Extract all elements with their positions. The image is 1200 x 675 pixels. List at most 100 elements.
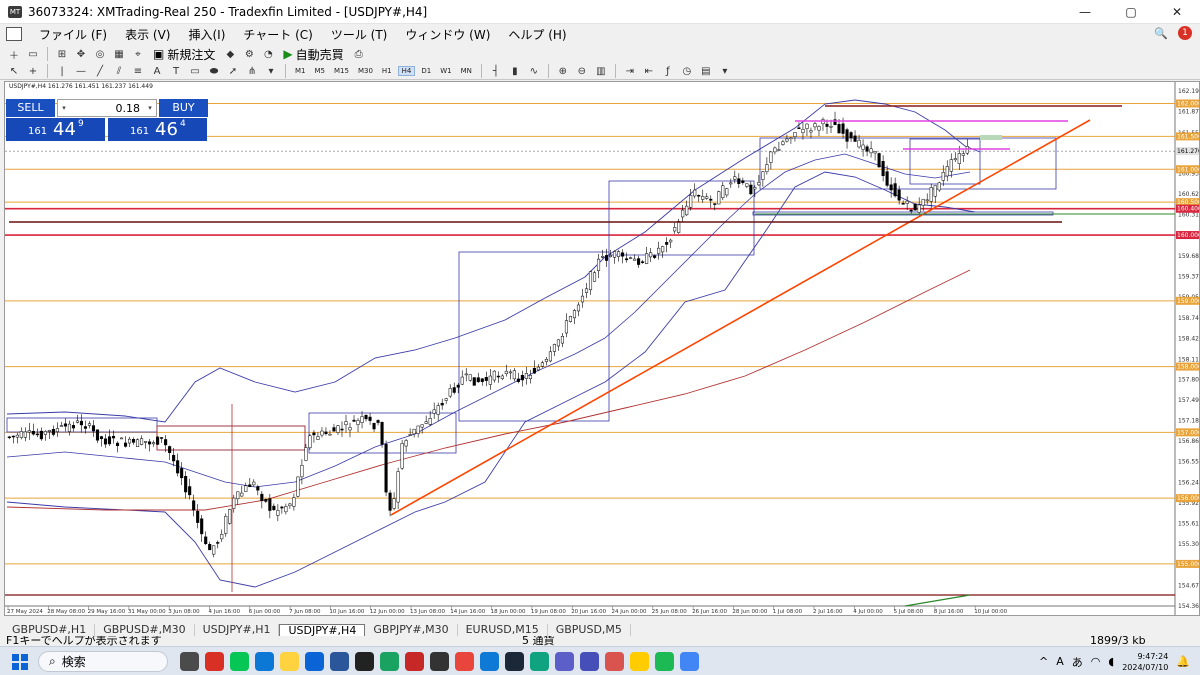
ime-hiragana[interactable]: あ bbox=[1072, 654, 1083, 670]
tab-gbpjpy-m30[interactable]: GBPJPY#,M30 bbox=[365, 624, 458, 636]
lot-size-input[interactable]: ▾ 0.18 ▾ bbox=[57, 99, 157, 117]
chart-window[interactable]: 162.190161.875161.555161.276160.935160.6… bbox=[4, 81, 1200, 616]
templates-icon[interactable]: ▤ bbox=[698, 64, 714, 79]
auto-trading-button[interactable]: ▶ 自動売買 bbox=[279, 46, 347, 63]
price-chart[interactable]: 162.190161.875161.555161.276160.935160.6… bbox=[5, 82, 1199, 615]
trendline-icon[interactable]: ╱ bbox=[92, 64, 108, 79]
new-chart-icon[interactable]: ＋ bbox=[6, 47, 22, 62]
bar-chart-icon[interactable]: ┤ bbox=[488, 64, 504, 79]
menu-file[interactable]: ファイル (F) bbox=[30, 26, 116, 43]
steam-icon[interactable] bbox=[505, 652, 524, 671]
arrow-icon[interactable]: ➚ bbox=[225, 64, 241, 79]
text-icon[interactable]: A bbox=[149, 64, 165, 79]
tab-gbpusd-m30[interactable]: GBPUSD#,M30 bbox=[95, 624, 195, 636]
skype-icon[interactable] bbox=[255, 652, 274, 671]
xm-icon[interactable] bbox=[355, 652, 374, 671]
spotify-icon[interactable] bbox=[655, 652, 674, 671]
chart-window-icon[interactable] bbox=[6, 27, 22, 41]
copilot-icon[interactable] bbox=[555, 652, 574, 671]
timeframe-m30[interactable]: M30 bbox=[355, 67, 376, 75]
channel-icon[interactable]: ⫽ bbox=[111, 64, 127, 79]
rectangle-icon[interactable]: ▭ bbox=[187, 64, 203, 79]
timeframe-w1[interactable]: W1 bbox=[437, 67, 454, 75]
candlestick-icon[interactable]: ▮ bbox=[507, 64, 523, 79]
teams-icon[interactable] bbox=[580, 652, 599, 671]
tile-windows-icon[interactable]: ▥ bbox=[593, 64, 609, 79]
notification-bell-icon[interactable]: 🔔 bbox=[1176, 655, 1190, 668]
line-icon[interactable] bbox=[230, 652, 249, 671]
menu-chart[interactable]: チャート (C) bbox=[234, 26, 321, 43]
ellipse-icon[interactable]: ⬬ bbox=[206, 64, 222, 79]
taskbar-search[interactable]: ⌕ 検索 bbox=[38, 651, 168, 672]
tab-gbpusd-m5[interactable]: GBPUSD,M5 bbox=[548, 624, 631, 636]
timeframe-m15[interactable]: M15 bbox=[331, 67, 352, 75]
menu-window[interactable]: ウィンドウ (W) bbox=[396, 26, 499, 43]
navigator-icon[interactable]: ◎ bbox=[92, 47, 108, 62]
notes2-icon[interactable] bbox=[630, 652, 649, 671]
menu-view[interactable]: 表示 (V) bbox=[116, 26, 179, 43]
menu-tools[interactable]: ツール (T) bbox=[322, 26, 397, 43]
chatgpt-icon[interactable] bbox=[530, 652, 549, 671]
buy-button[interactable]: BUY bbox=[159, 99, 208, 117]
mail-icon[interactable] bbox=[305, 652, 324, 671]
tab-gbpusd-h1[interactable]: GBPUSD#,H1 bbox=[4, 624, 96, 636]
market-watch-icon[interactable]: ⊞ bbox=[54, 47, 70, 62]
label-icon[interactable]: T bbox=[168, 64, 184, 79]
menu-insert[interactable]: 挿入(I) bbox=[179, 26, 234, 43]
zoom-out-icon[interactable]: ⊖ bbox=[574, 64, 590, 79]
tester-icon[interactable]: ⌖ bbox=[130, 47, 146, 62]
timeframe-m5[interactable]: M5 bbox=[312, 67, 329, 75]
sell-price-button[interactable]: 161 44 9 bbox=[6, 118, 105, 141]
data-window-icon[interactable]: ✥ bbox=[73, 47, 89, 62]
profiles-icon[interactable]: ▭ bbox=[25, 47, 41, 62]
cursor-icon[interactable]: ↖ bbox=[6, 64, 22, 79]
metaeditor-icon[interactable]: ◆ bbox=[222, 47, 238, 62]
terminal-icon[interactable]: ▦ bbox=[111, 47, 127, 62]
red-badge-icon[interactable] bbox=[205, 652, 224, 671]
tray-chevron-icon[interactable]: ^ bbox=[1039, 655, 1048, 668]
sheets-icon[interactable] bbox=[380, 652, 399, 671]
signals-icon[interactable]: ◔ bbox=[260, 47, 276, 62]
wifi-icon[interactable]: ◠ bbox=[1091, 655, 1101, 668]
windows-start-icon[interactable] bbox=[12, 654, 28, 670]
crosshair-icon[interactable]: + bbox=[25, 64, 41, 79]
timeframe-mn[interactable]: MN bbox=[458, 67, 475, 75]
tab-usdjpy-h1[interactable]: USDJPY#,H1 bbox=[195, 624, 280, 636]
notes-icon[interactable] bbox=[280, 652, 299, 671]
fx-icon[interactable] bbox=[405, 652, 424, 671]
timeframe-m1[interactable]: M1 bbox=[292, 67, 309, 75]
menu-help[interactable]: ヘルプ (H) bbox=[499, 26, 575, 43]
timeframe-h1[interactable]: H1 bbox=[379, 67, 395, 75]
maximize-button[interactable]: ▢ bbox=[1108, 0, 1154, 24]
notification-badge[interactable]: 1 bbox=[1178, 26, 1192, 40]
tab-eurusd-m15[interactable]: EURUSD,M15 bbox=[458, 624, 548, 636]
lot-value[interactable]: 0.18 bbox=[70, 102, 144, 115]
chrome2-icon[interactable] bbox=[680, 652, 699, 671]
horizontal-line-icon[interactable]: — bbox=[73, 64, 89, 79]
lot-up-icon[interactable]: ▾ bbox=[144, 104, 156, 112]
timeframe-h4[interactable]: H4 bbox=[397, 66, 416, 76]
indicators-icon[interactable]: ƒ bbox=[660, 64, 676, 79]
sell-button[interactable]: SELL bbox=[6, 99, 55, 117]
more-tools-icon[interactable]: ▾ bbox=[263, 64, 279, 79]
timeframe-d1[interactable]: D1 bbox=[418, 67, 434, 75]
new-order-button[interactable]: ▣ 新規注文 bbox=[149, 46, 219, 63]
store-icon[interactable] bbox=[180, 652, 199, 671]
minimize-button[interactable]: — bbox=[1062, 0, 1108, 24]
print-icon[interactable]: ⎙ bbox=[351, 47, 367, 62]
line-chart-icon[interactable]: ∿ bbox=[526, 64, 542, 79]
search-icon[interactable]: 🔍 bbox=[1154, 27, 1168, 40]
news-icon[interactable] bbox=[605, 652, 624, 671]
vertical-line-icon[interactable]: | bbox=[54, 64, 70, 79]
pitchfork-icon[interactable]: ⋔ bbox=[244, 64, 260, 79]
periods-icon[interactable]: ◷ bbox=[679, 64, 695, 79]
zoom-in-icon[interactable]: ⊕ bbox=[555, 64, 571, 79]
auto-scroll-icon[interactable]: ⇥ bbox=[622, 64, 638, 79]
edge-icon[interactable] bbox=[480, 652, 499, 671]
buy-price-button[interactable]: 161 46 4 bbox=[108, 118, 207, 141]
close-button[interactable]: ✕ bbox=[1154, 0, 1200, 24]
word-icon[interactable] bbox=[330, 652, 349, 671]
speaker-icon[interactable]: ◖ bbox=[1108, 655, 1114, 668]
chart-shift-icon[interactable]: ⇤ bbox=[641, 64, 657, 79]
fibo-icon[interactable]: ≡ bbox=[130, 64, 146, 79]
